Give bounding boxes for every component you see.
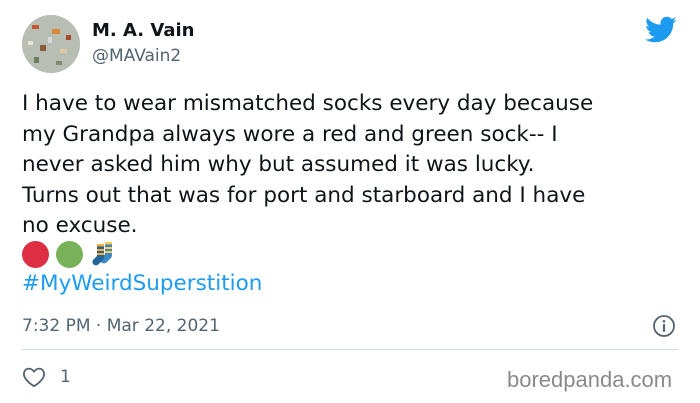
tweet-timestamp[interactable]: 7:32 PM · Mar 22, 2021 <box>22 316 220 336</box>
watermark: boredpanda.com <box>507 367 673 392</box>
tweet-text-line: never asked him why but assumed it was l… <box>22 152 535 177</box>
tweet-text-line: no excuse. <box>22 213 138 238</box>
emoji-row <box>22 239 118 269</box>
author-display-name[interactable]: M. A. Vain <box>92 20 194 41</box>
avatar[interactable] <box>22 15 80 73</box>
green-circle-icon <box>56 240 83 268</box>
info-icon[interactable] <box>652 314 676 338</box>
tweet-text-line: my Grandpa always wore a red and green s… <box>22 121 558 147</box>
author-handle[interactable]: @MAVain2 <box>92 46 181 66</box>
like-count: 1 <box>60 367 71 387</box>
hashtag-link[interactable]: #MyWeirdSuperstition <box>22 271 262 296</box>
socks-icon <box>90 240 118 268</box>
tweet-text: I have to wear mismatched socks every da… <box>22 89 682 242</box>
twitter-bird-icon[interactable] <box>645 16 677 44</box>
tweet-text-line: Turns out that was for port and starboar… <box>22 182 586 208</box>
heart-icon[interactable] <box>22 366 46 388</box>
tweet-text-line: I have to wear mismatched socks every da… <box>22 91 594 116</box>
divider <box>22 349 678 350</box>
red-circle-icon <box>22 240 49 268</box>
